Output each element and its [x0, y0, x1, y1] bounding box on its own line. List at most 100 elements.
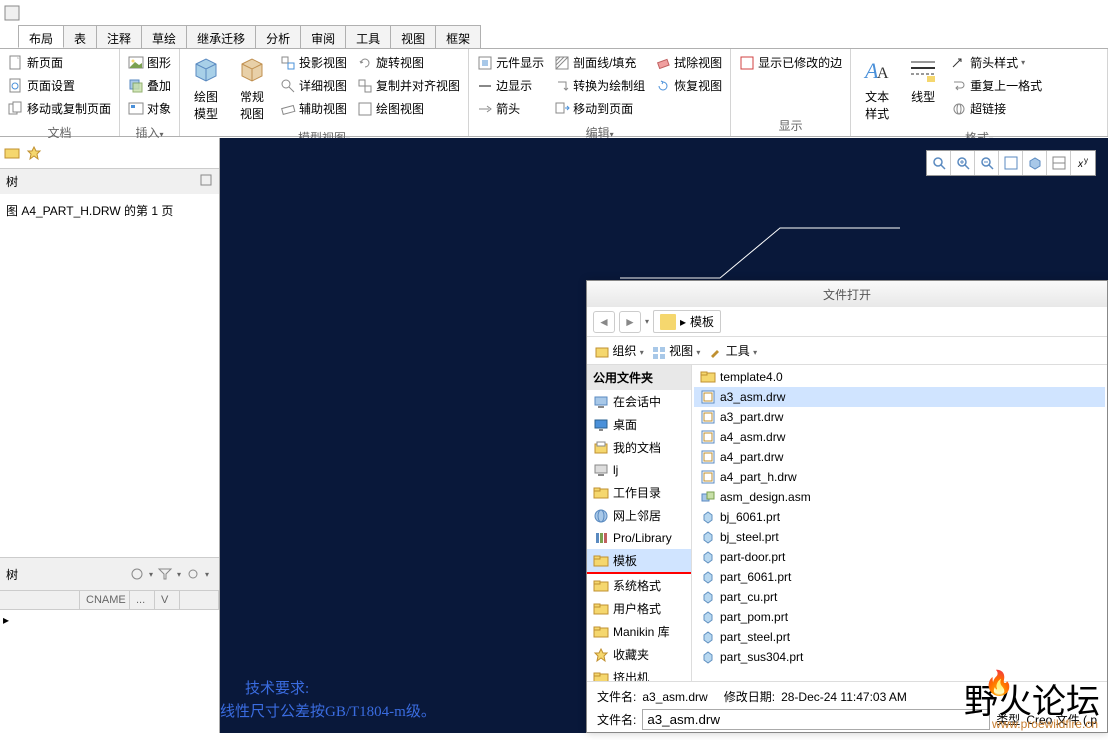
- repeat-format-button[interactable]: 重复上一格式: [947, 75, 1046, 96]
- file-item[interactable]: a3_part.drw: [694, 407, 1105, 427]
- tree2-expand[interactable]: ▸: [0, 610, 219, 630]
- sidebar-item-2[interactable]: 我的文档: [587, 436, 691, 459]
- projection-view-button[interactable]: 投影视图: [276, 52, 351, 73]
- breadcrumb-item[interactable]: 模板: [690, 313, 714, 330]
- insert-object-button[interactable]: 对象: [124, 98, 175, 119]
- tab-inherit[interactable]: 继承迁移: [186, 25, 256, 48]
- datum-display-button[interactable]: [1047, 151, 1071, 175]
- sidebar-item-4[interactable]: 工作目录: [587, 481, 691, 504]
- filename-input[interactable]: [642, 709, 990, 730]
- copy-align-view-button[interactable]: 复制并对齐视图: [353, 75, 464, 96]
- line-style-button[interactable]: 线型: [901, 52, 945, 107]
- qa-icon[interactable]: [4, 5, 20, 21]
- tab-frame[interactable]: 框架: [435, 25, 481, 48]
- file-item[interactable]: a4_asm.drw: [694, 427, 1105, 447]
- svg-text:y: y: [1084, 156, 1088, 165]
- chevron-down-icon[interactable]: ▾: [1021, 58, 1025, 67]
- tab-view[interactable]: 视图: [390, 25, 436, 48]
- folder-tree-icon[interactable]: [4, 145, 20, 161]
- nav-forward-button[interactable]: ►: [619, 311, 641, 333]
- new-page-button[interactable]: 新页面: [4, 52, 115, 73]
- file-item[interactable]: asm_design.asm: [694, 487, 1105, 507]
- move-copy-page-button[interactable]: 移动或复制页面: [4, 98, 115, 119]
- tab-analysis[interactable]: 分析: [255, 25, 301, 48]
- col-cname[interactable]: CNAME: [80, 591, 130, 609]
- tab-review[interactable]: 审阅: [300, 25, 346, 48]
- sidebar-item-12[interactable]: 挤出机: [587, 666, 691, 681]
- aux-view-button[interactable]: 辅助视图: [276, 98, 351, 119]
- file-item[interactable]: template4.0: [694, 367, 1105, 387]
- fav-icon[interactable]: [26, 145, 42, 161]
- tab-sketch[interactable]: 草绘: [141, 25, 187, 48]
- zoom-in-button[interactable]: [951, 151, 975, 175]
- move-to-page-button[interactable]: 移动到页面: [550, 98, 649, 119]
- tab-annotate[interactable]: 注释: [96, 25, 142, 48]
- arrow-button[interactable]: 箭头: [473, 98, 548, 119]
- file-item[interactable]: part_pom.prt: [694, 607, 1105, 627]
- refit-button[interactable]: [999, 151, 1023, 175]
- breadcrumb[interactable]: ▸ 模板: [653, 310, 721, 333]
- hyperlink-button[interactable]: 超链接: [947, 98, 1046, 119]
- filename-value-text: a3_asm.drw: [642, 690, 707, 704]
- zoom-fit-button[interactable]: [927, 151, 951, 175]
- file-item[interactable]: part_steel.prt: [694, 627, 1105, 647]
- sidebar-item-1[interactable]: 桌面: [587, 413, 691, 436]
- delete-view-button[interactable]: 拭除视图: [651, 52, 726, 73]
- settings-icon[interactable]: [199, 173, 213, 190]
- file-item[interactable]: a4_part_h.drw: [694, 467, 1105, 487]
- show-icon[interactable]: [129, 566, 145, 582]
- file-item[interactable]: part_sus304.prt: [694, 647, 1105, 667]
- detail-view-button[interactable]: 详细视图: [276, 75, 351, 96]
- general-view-button[interactable]: 常规 视图: [230, 52, 274, 124]
- file-item[interactable]: part_cu.prt: [694, 587, 1105, 607]
- drawing-view-button[interactable]: 绘图视图: [353, 98, 464, 119]
- sidebar-item-9[interactable]: 用户格式: [587, 597, 691, 620]
- nav-history-dropdown[interactable]: ▾: [645, 317, 649, 326]
- sidebar-item-3[interactable]: lj: [587, 459, 691, 481]
- col-blank[interactable]: [0, 591, 80, 609]
- file-item[interactable]: part-door.prt: [694, 547, 1105, 567]
- col-v[interactable]: V: [155, 591, 180, 609]
- sidebar-item-5[interactable]: 网上邻居: [587, 504, 691, 527]
- organize-menu[interactable]: 组织 ▾: [595, 342, 644, 359]
- insert-overlay-button[interactable]: 叠加: [124, 75, 175, 96]
- col-last[interactable]: [180, 591, 219, 609]
- rotation-view-button[interactable]: 旋转视图: [353, 52, 464, 73]
- views-menu[interactable]: 视图 ▾: [652, 342, 701, 359]
- sidebar-item-6[interactable]: Pro/Library: [587, 527, 691, 549]
- component-display-button[interactable]: 元件显示: [473, 52, 548, 73]
- text-style-button[interactable]: AA 文本 样式: [855, 52, 899, 124]
- sidebar-item-0[interactable]: 在会话中: [587, 390, 691, 413]
- show-modified-edges-button[interactable]: 显示已修改的边: [735, 52, 846, 73]
- drawing-model-button[interactable]: 绘图 模型: [184, 52, 228, 124]
- sidebar-item-10[interactable]: Manikin 库: [587, 620, 691, 643]
- settings-icon[interactable]: [185, 566, 201, 582]
- file-item[interactable]: bj_6061.prt: [694, 507, 1105, 527]
- tab-tools[interactable]: 工具: [345, 25, 391, 48]
- tools-menu[interactable]: 工具 ▾: [708, 342, 757, 359]
- file-item[interactable]: part_6061.prt: [694, 567, 1105, 587]
- page-setup-button[interactable]: 页面设置: [4, 75, 115, 96]
- sidebar-item-7[interactable]: 模板: [587, 549, 691, 574]
- tab-table[interactable]: 表: [63, 25, 97, 48]
- tree-item[interactable]: 图 A4_PART_H.DRW 的第 1 页: [6, 204, 173, 218]
- file-item[interactable]: a4_part.drw: [694, 447, 1105, 467]
- sidebar-item-8[interactable]: 系统格式: [587, 574, 691, 597]
- sidebar-item-label: 工作目录: [613, 484, 661, 501]
- restore-view-button[interactable]: 恢复视图: [651, 75, 726, 96]
- file-item[interactable]: bj_steel.prt: [694, 527, 1105, 547]
- annotation-display-button[interactable]: xy: [1071, 151, 1095, 175]
- filter-icon[interactable]: [157, 566, 173, 582]
- nav-back-button[interactable]: ◄: [593, 311, 615, 333]
- zoom-out-button[interactable]: [975, 151, 999, 175]
- file-item[interactable]: a3_asm.drw: [694, 387, 1105, 407]
- section-fill-button[interactable]: 剖面线/填充: [550, 52, 649, 73]
- tab-layout[interactable]: 布局: [18, 25, 64, 48]
- display-style-button[interactable]: [1023, 151, 1047, 175]
- sidebar-item-11[interactable]: 收藏夹: [587, 643, 691, 666]
- col-dots[interactable]: ...: [130, 591, 155, 609]
- insert-graphic-button[interactable]: 图形: [124, 52, 175, 73]
- side-display-button[interactable]: 边显示: [473, 75, 548, 96]
- convert-draw-group-button[interactable]: 转换为绘制组: [550, 75, 649, 96]
- arrow-style-button[interactable]: 箭头样式▾: [947, 52, 1046, 73]
